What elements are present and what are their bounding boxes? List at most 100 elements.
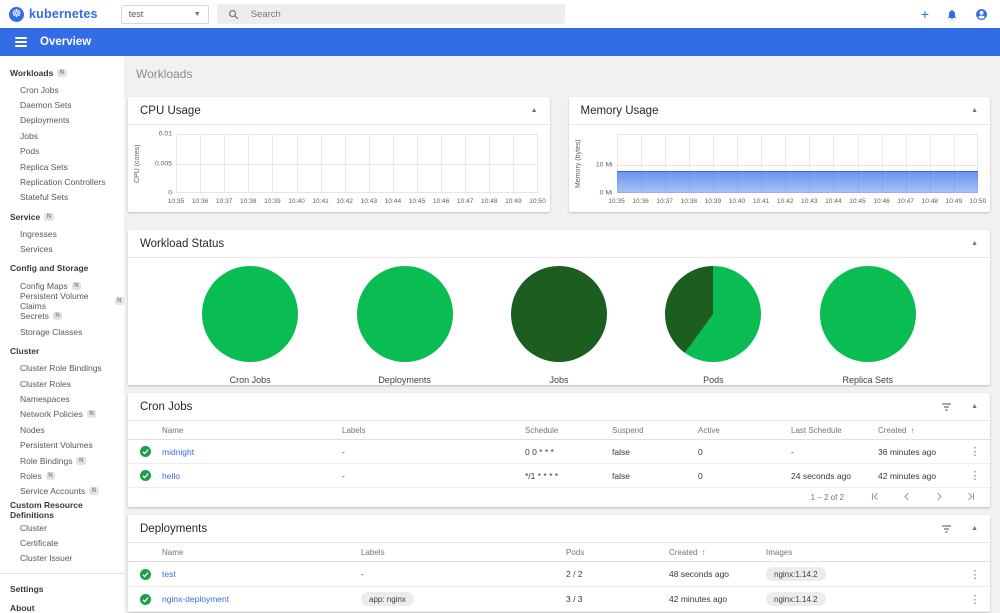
- sidebar-group-service[interactable]: Service N: [0, 207, 124, 226]
- sidebar-item-service-accounts[interactable]: Service Accounts N: [0, 484, 124, 499]
- sidebar-group-cluster[interactable]: Cluster: [0, 341, 124, 360]
- add-icon[interactable]: +: [921, 7, 929, 21]
- column-header-suspend[interactable]: Suspend: [612, 426, 698, 435]
- column-header-schedule[interactable]: Schedule: [525, 426, 612, 435]
- column-header-last-schedule[interactable]: Last Schedule: [791, 426, 878, 435]
- cronjob-labels: -: [342, 471, 525, 481]
- sidebar-item-cluster-issuer[interactable]: Cluster Issuer: [0, 551, 124, 566]
- row-menu-icon[interactable]: ⋮: [960, 568, 990, 581]
- x-tick-label: 10:45: [408, 198, 426, 205]
- deployments-pie-chart[interactable]: [356, 266, 453, 362]
- column-header-name[interactable]: Name: [162, 548, 361, 557]
- first-page-button[interactable]: [870, 491, 880, 504]
- replica-sets-pie-chart[interactable]: [819, 266, 916, 362]
- x-tick-label: 10:43: [360, 198, 378, 205]
- cronjob-name-link[interactable]: hello: [162, 471, 342, 481]
- sidebar-item-namespaces[interactable]: Namespaces: [0, 391, 124, 406]
- next-page-button[interactable]: [934, 491, 944, 504]
- column-header-label: Schedule: [525, 425, 559, 435]
- filter-icon[interactable]: [941, 402, 952, 412]
- cron-jobs-pie-chart[interactable]: [202, 266, 299, 362]
- sidebar-group-label: Service: [10, 211, 41, 222]
- cronjob-active-text: 0: [698, 446, 703, 457]
- sidebar-item-settings[interactable]: Settings: [0, 579, 124, 598]
- sidebar-item-about[interactable]: About: [0, 598, 124, 613]
- gridline: [616, 134, 978, 135]
- sidebar-item-cluster-roles[interactable]: Cluster Roles: [0, 376, 124, 391]
- search-input[interactable]: [250, 8, 554, 20]
- row-menu-icon[interactable]: ⋮: [960, 469, 990, 482]
- column-header-pods[interactable]: Pods: [566, 548, 669, 557]
- column-header-labels[interactable]: Labels: [361, 548, 566, 557]
- sidebar-group-custom-resource-definitions[interactable]: Custom Resource Definitions: [0, 500, 124, 521]
- column-header-active[interactable]: Active: [698, 426, 791, 435]
- pods-pie-chart[interactable]: [665, 266, 762, 362]
- notifications-icon[interactable]: [946, 8, 958, 21]
- sidebar-item-nodes[interactable]: Nodes: [0, 422, 124, 437]
- sidebar-item-storage-classes[interactable]: Storage Classes: [0, 324, 124, 339]
- cronjob-schedule-text: */1 * * * *: [525, 470, 559, 481]
- deployment-name-link[interactable]: nginx-deployment: [162, 594, 361, 604]
- collapse-icon[interactable]: ▲: [971, 240, 978, 247]
- sidebar-item-cluster[interactable]: Cluster: [0, 520, 124, 535]
- sidebar-item-roles[interactable]: Roles N: [0, 468, 124, 483]
- sidebar-item-replica-sets[interactable]: Replica Sets: [0, 159, 124, 174]
- sidebar-group-config-and-storage[interactable]: Config and Storage: [0, 259, 124, 278]
- column-header-labels[interactable]: Labels: [342, 426, 525, 435]
- sidebar-group-label: Custom Resource Definitions: [10, 500, 83, 521]
- column-header-label: Name: [162, 547, 184, 557]
- table-row: test - 2 / 2 48 seconds ago nginx:1.14.2 ⋮: [128, 562, 990, 587]
- section-title: Workloads: [136, 67, 193, 81]
- account-icon[interactable]: [975, 8, 988, 21]
- previous-page-button[interactable]: [902, 491, 912, 504]
- row-menu-icon[interactable]: ⋮: [960, 593, 990, 606]
- cronjob-schedule-text: 0 0 * * *: [525, 446, 554, 457]
- collapse-icon[interactable]: ▲: [531, 107, 538, 114]
- deployment-name-link[interactable]: test: [162, 569, 361, 579]
- sidebar-item-network-policies[interactable]: Network Policies N: [0, 407, 124, 422]
- cronjob-name-link[interactable]: midnight: [162, 447, 342, 457]
- menu-icon[interactable]: [15, 37, 27, 47]
- cpu-y-axis-label: CPU (cores): [134, 144, 141, 183]
- last-page-button[interactable]: [966, 491, 976, 504]
- sidebar-item-label: Nodes: [20, 424, 45, 435]
- sidebar-group-label: Cluster: [10, 345, 40, 356]
- collapse-icon[interactable]: ▲: [971, 403, 978, 410]
- namespace-selector[interactable]: test ▼: [120, 4, 209, 24]
- deployment-labels-text: -: [361, 569, 364, 579]
- cron-jobs-card: Cron Jobs ▲ Name Labels Schedule Suspend Act…: [128, 393, 990, 507]
- column-header-label: Active: [698, 425, 720, 435]
- sidebar-item-replication-controllers[interactable]: Replication Controllers: [0, 174, 124, 189]
- sidebar-item-role-bindings[interactable]: Role Bindings N: [0, 453, 124, 468]
- sidebar-item-cluster-role-bindings[interactable]: Cluster Role Bindings: [0, 360, 124, 375]
- sidebar-item-stateful-sets[interactable]: Stateful Sets: [0, 190, 124, 205]
- sidebar-divider: [0, 573, 124, 575]
- sidebar-item-deployments[interactable]: Deployments: [0, 113, 124, 128]
- collapse-icon[interactable]: ▲: [971, 525, 978, 532]
- column-header-images[interactable]: Images: [766, 548, 960, 557]
- sidebar-item-services[interactable]: Services: [0, 242, 124, 257]
- sidebar-item-persistent-volume-claims[interactable]: Persistent Volume Claims N: [0, 291, 124, 311]
- cronjob-schedule: 0 0 * * *: [525, 447, 612, 457]
- jobs-pie-chart[interactable]: [510, 266, 607, 362]
- column-header-created[interactable]: Created ↑: [878, 426, 960, 435]
- column-header-name[interactable]: Name: [162, 426, 342, 435]
- deployments-card: Deployments ▲ Name Labels Pods Created ↑ Imag…: [128, 515, 990, 612]
- sidebar-item-daemon-sets[interactable]: Daemon Sets: [0, 97, 124, 112]
- sidebar-item-certificate[interactable]: Certificate: [0, 535, 124, 550]
- sidebar-item-ingresses[interactable]: Ingresses: [0, 226, 124, 241]
- sidebar-item-pods[interactable]: Pods: [0, 144, 124, 159]
- sidebar-item-cron-jobs[interactable]: Cron Jobs: [0, 82, 124, 97]
- collapse-icon[interactable]: ▲: [971, 107, 978, 114]
- sidebar-item-persistent-volumes[interactable]: Persistent Volumes: [0, 437, 124, 452]
- kubernetes-logo[interactable]: ☸ kubernetes: [9, 6, 98, 22]
- sidebar-item-jobs[interactable]: Jobs: [0, 128, 124, 143]
- workload-status-chart: Pods: [665, 266, 762, 385]
- column-header-created[interactable]: Created ↑: [669, 548, 766, 557]
- deployment-labels: -: [361, 569, 566, 579]
- row-menu-icon[interactable]: ⋮: [960, 445, 990, 458]
- status-ok-icon: [128, 568, 162, 580]
- sidebar-group-workloads[interactable]: Workloads N: [0, 63, 124, 82]
- filter-icon[interactable]: [941, 524, 952, 534]
- namespaced-badge: N: [114, 296, 124, 305]
